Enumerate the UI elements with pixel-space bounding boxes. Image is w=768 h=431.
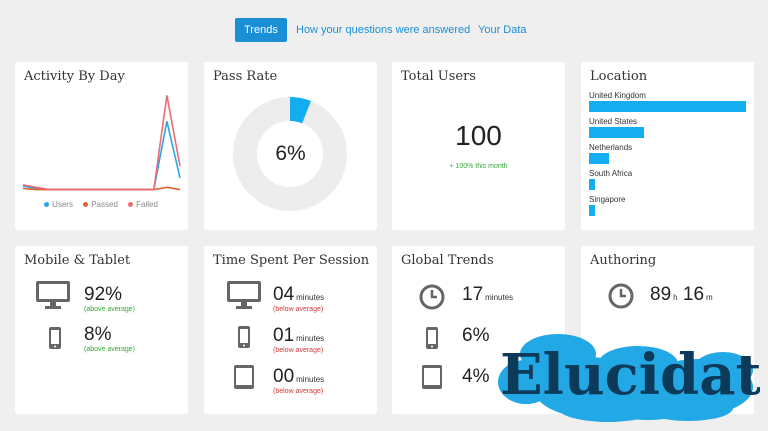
authoring-time: 89 h 16 m xyxy=(650,284,713,306)
authoring-minutes-unit: m xyxy=(706,293,713,302)
global-trends-title: Global Trends xyxy=(401,253,494,268)
time-mobile-number: 01 xyxy=(273,325,295,346)
legend-failed: Failed xyxy=(128,200,158,209)
global-time-value: 17 minutes xyxy=(462,284,513,306)
legend-passed-dot xyxy=(83,202,89,208)
series-line-users xyxy=(22,121,181,191)
mobile-desktop-note: (above average) xyxy=(84,306,135,313)
tab-trends[interactable]: Trends xyxy=(235,18,287,42)
legend-failed-label: Failed xyxy=(136,200,158,209)
legend-users: Users xyxy=(44,200,73,209)
top-nav: Trends How your questions were answered … xyxy=(0,18,768,42)
total-users-card: Total Users 100 + 100% this month xyxy=(392,62,565,230)
authoring-hours: 89 xyxy=(650,284,672,305)
global-tablet-value: 4% xyxy=(462,366,490,387)
time-tablet-note: (below average) xyxy=(273,388,324,395)
time-tablet-number: 00 xyxy=(273,366,295,387)
mobile-tablet-card: Mobile & Tablet 92% (above average) 8% (… xyxy=(15,246,188,414)
total-users-title: Total Users xyxy=(401,69,476,84)
tablet-icon xyxy=(234,365,254,389)
pass-rate-card: Pass Rate 6% xyxy=(204,62,377,230)
mobile-phone-icon xyxy=(49,327,61,349)
total-users-change-wrap: + 100% this month xyxy=(392,155,565,173)
location-label-nl: Netherlands xyxy=(589,143,633,152)
time-desktop-unit: minutes xyxy=(296,293,325,302)
location-bar-nl xyxy=(589,153,609,164)
total-users-value: 100 xyxy=(455,120,502,151)
mobile-desktop-value: 92% xyxy=(84,284,123,305)
time-desktop-number: 04 xyxy=(273,284,295,305)
time-desktop-note: (below average) xyxy=(273,306,324,313)
activity-by-day-card: Activity By Day Users Passed Failed xyxy=(15,62,188,230)
logo-cloud: Elucidat xyxy=(498,334,761,422)
location-bar-za xyxy=(589,179,595,190)
legend-users-dot xyxy=(44,202,50,208)
series-line-failed xyxy=(22,95,181,191)
legend-users-label: Users xyxy=(52,200,73,209)
time-mobile-unit: minutes xyxy=(296,334,325,343)
legend-passed: Passed xyxy=(83,200,118,209)
mobile-phone-note: (above average) xyxy=(84,346,135,353)
total-users-change: + 100% this month xyxy=(449,163,508,170)
global-time-number: 17 xyxy=(462,284,484,305)
clock-icon xyxy=(608,283,634,309)
location-bar-uk xyxy=(589,101,746,112)
time-spent-card: Time Spent Per Session 04 minutes (below … xyxy=(204,246,377,414)
time-tablet-value: 00 minutes xyxy=(273,366,324,388)
elucidat-logo: Elucidat xyxy=(498,332,761,424)
legend-failed-dot xyxy=(128,202,134,208)
mobile-phone-value: 8% xyxy=(84,324,112,345)
time-desktop-value: 04 minutes xyxy=(273,284,324,306)
location-label-za: South Africa xyxy=(589,169,633,178)
global-time-unit: minutes xyxy=(485,293,514,302)
location-title: Location xyxy=(590,69,648,84)
global-mobile-value: 6% xyxy=(462,325,490,346)
time-mobile-note: (below average) xyxy=(273,347,324,354)
location-label-us: United States xyxy=(589,117,638,126)
monitor-icon xyxy=(36,281,70,309)
mobile-phone-icon xyxy=(238,326,250,348)
tab-your-data[interactable]: Your Data xyxy=(478,18,527,42)
mobile-tablet-title: Mobile & Tablet xyxy=(24,253,131,268)
activity-legend: Users Passed Failed xyxy=(15,200,187,209)
authoring-title: Authoring xyxy=(590,253,657,268)
monitor-icon xyxy=(227,281,261,309)
tab-question-answers[interactable]: How your questions were answered xyxy=(296,18,470,42)
authoring-minutes: 16 xyxy=(682,284,705,305)
authoring-hours-unit: h xyxy=(673,293,678,302)
clock-icon xyxy=(419,284,445,310)
location-bar-us xyxy=(589,127,644,138)
time-tablet-unit: minutes xyxy=(296,375,325,384)
location-bar-sg xyxy=(589,205,595,216)
tablet-icon xyxy=(422,365,442,389)
mobile-phone-icon xyxy=(426,327,438,349)
logo-text: Elucidat xyxy=(500,342,760,408)
location-card: Location United Kingdom United States Ne… xyxy=(581,62,754,230)
pass-rate-value: 6% xyxy=(275,142,306,165)
time-mobile-value: 01 minutes xyxy=(273,325,324,347)
location-label-sg: Singapore xyxy=(589,195,626,204)
time-spent-title: Time Spent Per Session xyxy=(213,253,370,268)
donut-pass-arc xyxy=(289,97,311,124)
location-label-uk: United Kingdom xyxy=(589,91,646,100)
legend-passed-label: Passed xyxy=(91,200,118,209)
